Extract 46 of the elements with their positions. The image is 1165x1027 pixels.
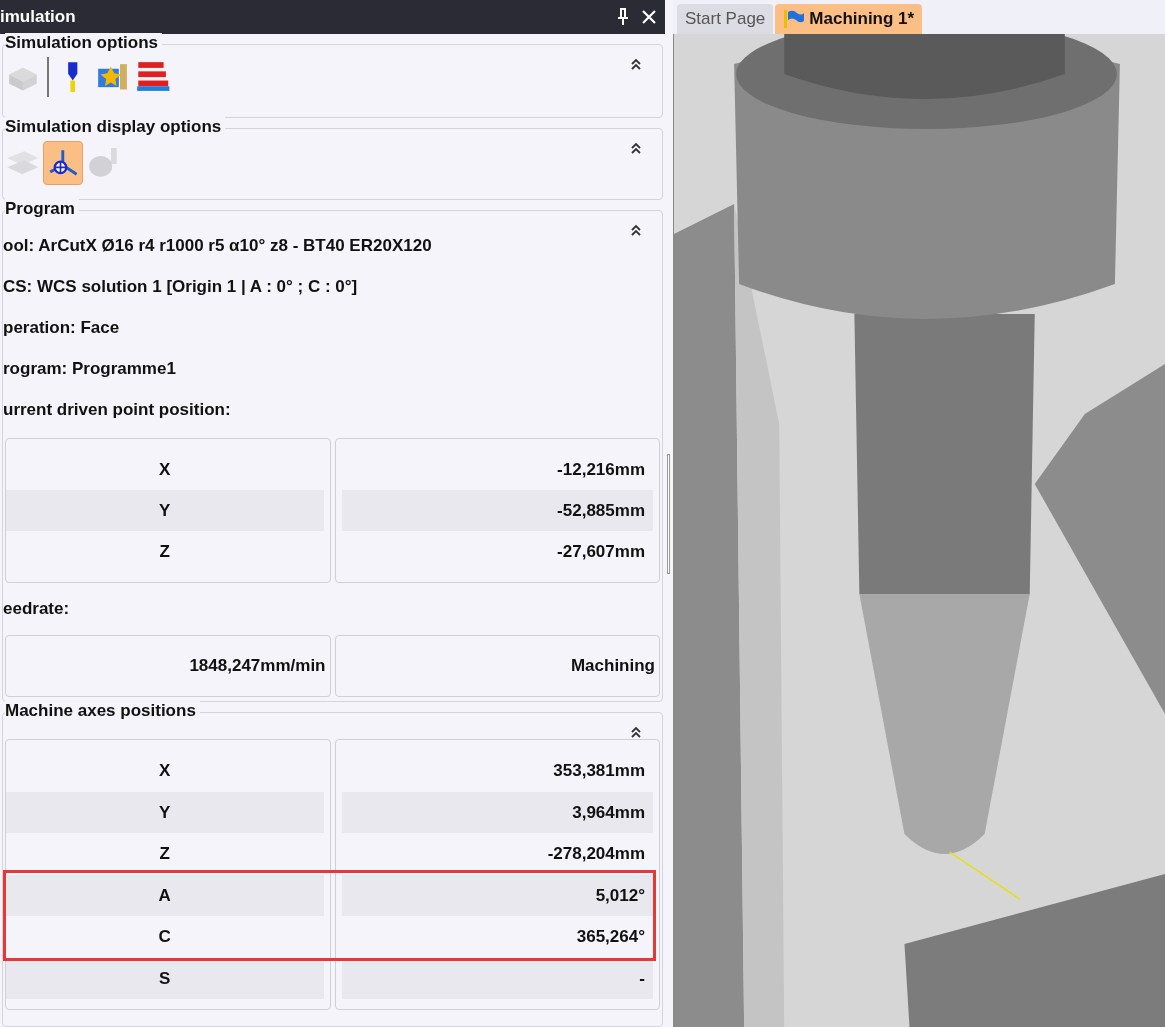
- info-line: eedrate:: [3, 598, 71, 621]
- group-title: Simulation display options: [5, 117, 226, 137]
- tool-icon: [67, 60, 79, 94]
- tool-icon: [88, 148, 118, 178]
- group-title: Machine axes positions: [5, 701, 200, 721]
- info-line: CS: WCS solution 1 [Origin 1 | A : 0° ; C : 0°]: [3, 275, 358, 298]
- table-cell-text: -12,216mm: [556, 458, 646, 481]
- tool-icon: [97, 63, 129, 91]
- collapse-icon[interactable]: [630, 141, 642, 155]
- info-line: urrent driven point position:: [3, 398, 231, 421]
- table-cell-text: 353,381mm: [552, 760, 646, 782]
- table-cell-text: -27,607mm: [556, 540, 646, 563]
- splitter[interactable]: [665, 0, 673, 1027]
- group-title: Program: [5, 199, 79, 219]
- table-cell: Y: [6, 791, 324, 833]
- collapse-icon[interactable]: [630, 57, 642, 71]
- collapse-icon[interactable]: [630, 725, 642, 739]
- toolbar-button[interactable]: [43, 141, 83, 185]
- table-cell-text: Z: [158, 540, 171, 563]
- table-cell-text: X: [158, 760, 172, 782]
- table-cell: A: [6, 874, 324, 916]
- table-cell: 1848,247mm/min: [5, 635, 331, 697]
- tool-icon: [135, 61, 171, 93]
- table-cell-text: -278,204mm: [546, 843, 646, 865]
- document-tab[interactable]: Start Page: [677, 4, 774, 34]
- table-cell-text: Z: [158, 843, 171, 865]
- panel-title: imulation: [0, 6, 76, 29]
- pin-icon[interactable]: [617, 8, 629, 26]
- collapse-icon[interactable]: [630, 223, 642, 237]
- flag-icon: [783, 9, 806, 29]
- document-tab[interactable]: Machining 1*: [775, 4, 923, 34]
- info-line: peration: Face: [3, 316, 120, 339]
- tool-icon: [48, 149, 78, 177]
- close-icon[interactable]: [641, 9, 657, 25]
- table-cell: -52,885mm: [341, 490, 653, 531]
- table-cell-text: 365,264°: [575, 926, 646, 948]
- info-line: ool: ArCutX Ø16 r4 r1000 r5 α10° z8 - BT40 ER20X120: [3, 234, 432, 257]
- tool-icon: [6, 150, 40, 176]
- table-cell: 3,964mm: [341, 791, 653, 833]
- table-cell: Machining: [334, 635, 660, 697]
- info-line: rogram: Programme1: [3, 357, 176, 380]
- table-cell-text: X: [158, 458, 172, 481]
- table-cell: 5,012°: [341, 874, 653, 916]
- table-cell: Y: [6, 490, 324, 531]
- group-title: Simulation options: [5, 33, 162, 53]
- table-cell-text: C: [157, 926, 172, 948]
